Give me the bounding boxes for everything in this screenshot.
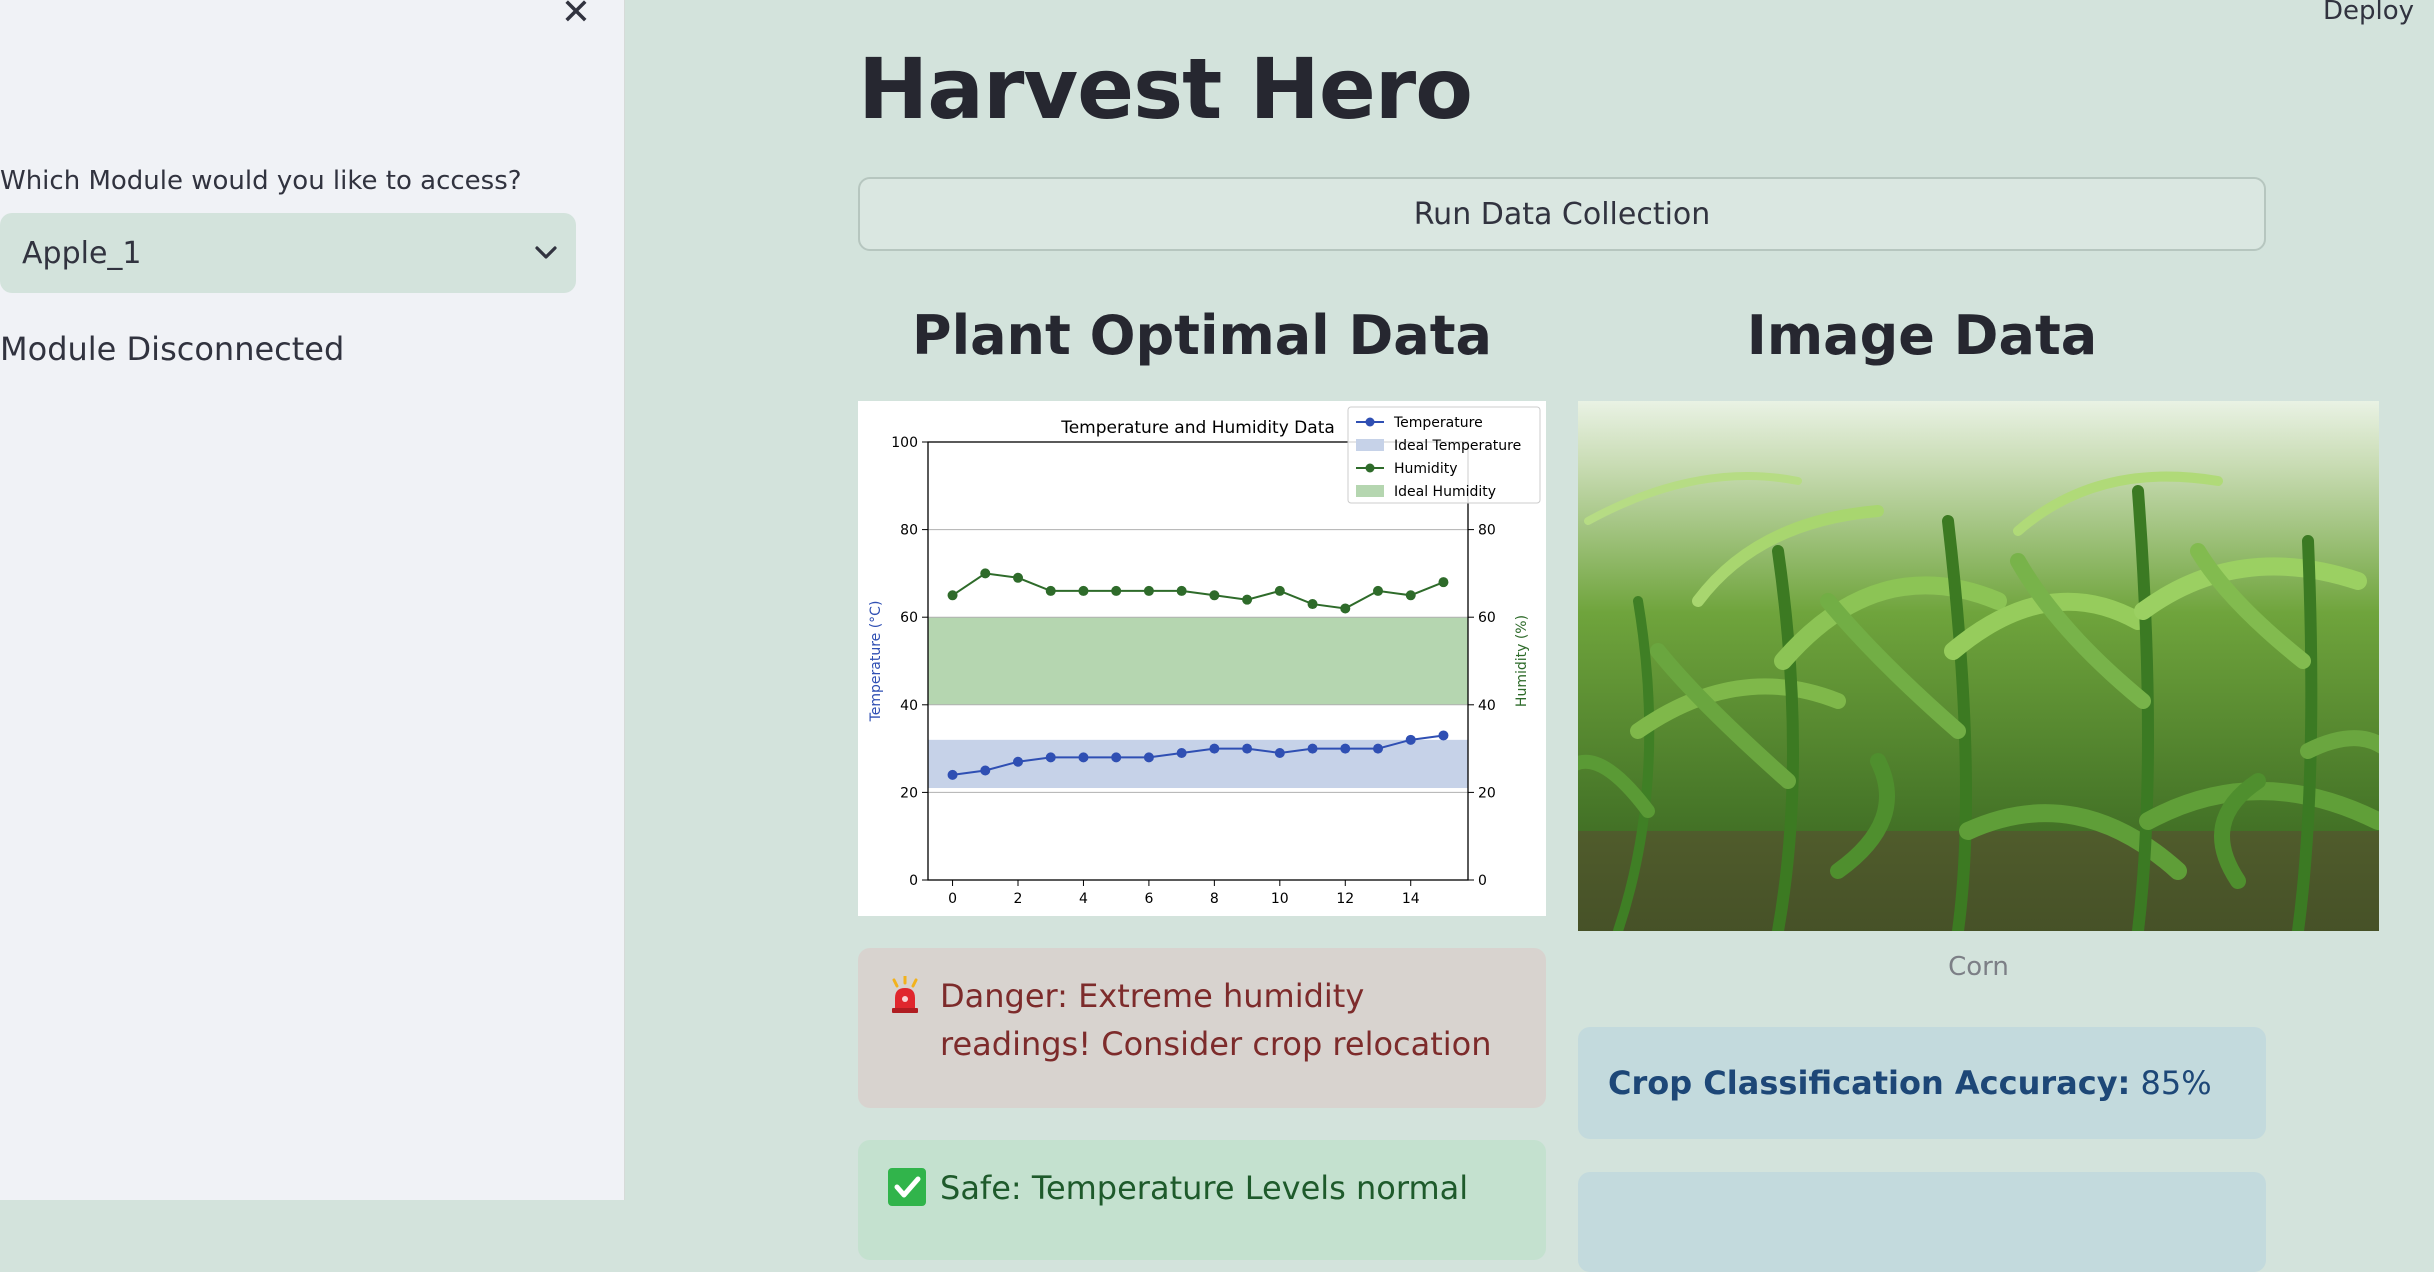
temperature-point bbox=[1013, 756, 1023, 767]
humidity-point bbox=[1111, 585, 1122, 596]
temperature-point bbox=[1111, 752, 1122, 763]
temperature-point bbox=[1405, 734, 1416, 745]
humidity-point bbox=[1373, 585, 1383, 596]
legend-label-ideal-temperature: Ideal Temperature bbox=[1394, 438, 1521, 454]
sidebar: ✕ Which Module would you like to access?… bbox=[0, 0, 625, 1200]
temperature-point bbox=[1209, 743, 1220, 754]
y-tick-label-right: 0 bbox=[1478, 873, 1487, 889]
humidity-point bbox=[1405, 590, 1416, 601]
chart-svg: 0 20 40 60 80 100 0 20 40 60 80 0 2 4 6 8 10 12 14 Tempera… bbox=[868, 406, 1541, 907]
x-tick-label: 6 bbox=[1144, 891, 1153, 907]
x-tick-label: 12 bbox=[1336, 891, 1354, 907]
legend-label-ideal-humidity: Ideal Humidity bbox=[1394, 484, 1496, 500]
humidity-point bbox=[1013, 572, 1023, 583]
module-select[interactable]: Apple_1 bbox=[0, 213, 576, 293]
check-mark-icon bbox=[888, 1168, 928, 1236]
temperature-point bbox=[1078, 752, 1089, 763]
y-tick-label-right: 20 bbox=[1478, 785, 1496, 801]
temperature-point bbox=[1438, 730, 1449, 741]
temperature-point bbox=[1373, 743, 1383, 754]
humidity-point bbox=[1438, 577, 1449, 588]
accuracy-info-box: Crop Classification Accuracy: 85% bbox=[1578, 1027, 2266, 1139]
legend-marker-temperature bbox=[1365, 417, 1375, 427]
y-tick-label-left: 80 bbox=[900, 523, 918, 539]
humidity-point bbox=[1340, 603, 1351, 614]
humidity-point bbox=[980, 568, 991, 579]
siren-icon bbox=[888, 974, 928, 1084]
chevron-down-icon bbox=[516, 213, 576, 293]
legend-marker-humidity bbox=[1365, 463, 1375, 473]
crop-image bbox=[1578, 401, 2379, 931]
run-data-collection-button[interactable]: Run Data Collection bbox=[858, 177, 2266, 251]
y-axis-label-left: Temperature (°C) bbox=[868, 601, 884, 723]
y-tick-label-right: 40 bbox=[1478, 698, 1496, 714]
humidity-line bbox=[951, 572, 1444, 610]
page-title: Harvest Hero bbox=[858, 40, 1473, 138]
legend-swatch-ideal-humidity bbox=[1356, 485, 1384, 497]
band-ideal-humidity bbox=[928, 617, 1468, 705]
humidity-point bbox=[1242, 594, 1253, 605]
accuracy-value: 85% bbox=[2140, 1064, 2212, 1102]
legend-swatch-ideal-temperature bbox=[1356, 439, 1384, 451]
temperature-humidity-chart: 0 20 40 60 80 100 0 20 40 60 80 0 2 4 6 8 10 12 14 Tempera… bbox=[858, 401, 1546, 916]
y-tick-label-left: 60 bbox=[900, 610, 918, 626]
module-status: Module Disconnected bbox=[0, 330, 345, 368]
danger-alert: Danger: Extreme humidity readings! Consi… bbox=[858, 948, 1546, 1108]
temperature-point bbox=[1045, 752, 1056, 763]
image-data-heading: Image Data bbox=[1746, 304, 2098, 367]
danger-alert-text: Danger: Extreme humidity readings! Consi… bbox=[940, 977, 1492, 1063]
humidity-point bbox=[1078, 585, 1089, 596]
temperature-point bbox=[1340, 743, 1351, 754]
x-tick-label: 2 bbox=[1014, 891, 1023, 907]
humidity-point bbox=[1143, 585, 1154, 596]
temperature-point bbox=[980, 765, 991, 776]
temperature-point bbox=[1307, 743, 1318, 754]
y-tick-label-right: 80 bbox=[1478, 523, 1496, 539]
success-alert-text: Safe: Temperature Levels normal bbox=[940, 1169, 1469, 1207]
y-tick-label-right: 60 bbox=[1478, 610, 1496, 626]
humidity-point bbox=[1274, 585, 1285, 596]
x-tick-label: 4 bbox=[1079, 891, 1088, 907]
module-select-label: Which Module would you like to access? bbox=[0, 166, 522, 196]
close-sidebar-button[interactable]: ✕ bbox=[556, 0, 596, 33]
y-tick-label-left: 0 bbox=[909, 873, 918, 889]
close-icon: ✕ bbox=[560, 0, 592, 33]
humidity-point bbox=[1307, 599, 1318, 610]
y-axis-label-right: Humidity (%) bbox=[1514, 615, 1530, 707]
temperature-point bbox=[1274, 747, 1285, 758]
y-tick-label-left: 100 bbox=[891, 435, 918, 451]
temperature-point bbox=[1242, 743, 1253, 754]
accuracy-label: Crop Classification Accuracy: bbox=[1608, 1064, 2131, 1102]
success-alert: Safe: Temperature Levels normal bbox=[858, 1140, 1546, 1260]
chart-legend: Temperature Ideal Temperature Humidity Idea… bbox=[1347, 406, 1541, 504]
plant-optimal-data-heading: Plant Optimal Data bbox=[912, 304, 1492, 367]
x-tick-label: 10 bbox=[1271, 891, 1289, 907]
humidity-point bbox=[947, 590, 958, 601]
temperature-point bbox=[1176, 747, 1187, 758]
legend-label-humidity: Humidity bbox=[1394, 461, 1457, 477]
temperature-point bbox=[947, 769, 958, 780]
y-tick-label-left: 40 bbox=[900, 698, 918, 714]
temperature-point bbox=[1143, 752, 1154, 763]
humidity-point bbox=[1045, 585, 1056, 596]
image-caption: Corn bbox=[1948, 952, 2009, 982]
y-tick-label-left: 20 bbox=[900, 785, 918, 801]
chart-title: Temperature and Humidity Data bbox=[1060, 418, 1335, 438]
corn-field-photo bbox=[1578, 401, 2379, 931]
humidity-point bbox=[1176, 585, 1187, 596]
info-box-secondary bbox=[1578, 1172, 2266, 1272]
deploy-button[interactable]: Deploy bbox=[2323, 0, 2414, 26]
humidity-point bbox=[1209, 590, 1220, 601]
legend-label-temperature: Temperature bbox=[1393, 415, 1483, 431]
x-tick-label: 8 bbox=[1210, 891, 1219, 907]
x-tick-label: 0 bbox=[948, 891, 957, 907]
module-select-value: Apple_1 bbox=[22, 235, 142, 271]
x-tick-label: 14 bbox=[1402, 891, 1420, 907]
